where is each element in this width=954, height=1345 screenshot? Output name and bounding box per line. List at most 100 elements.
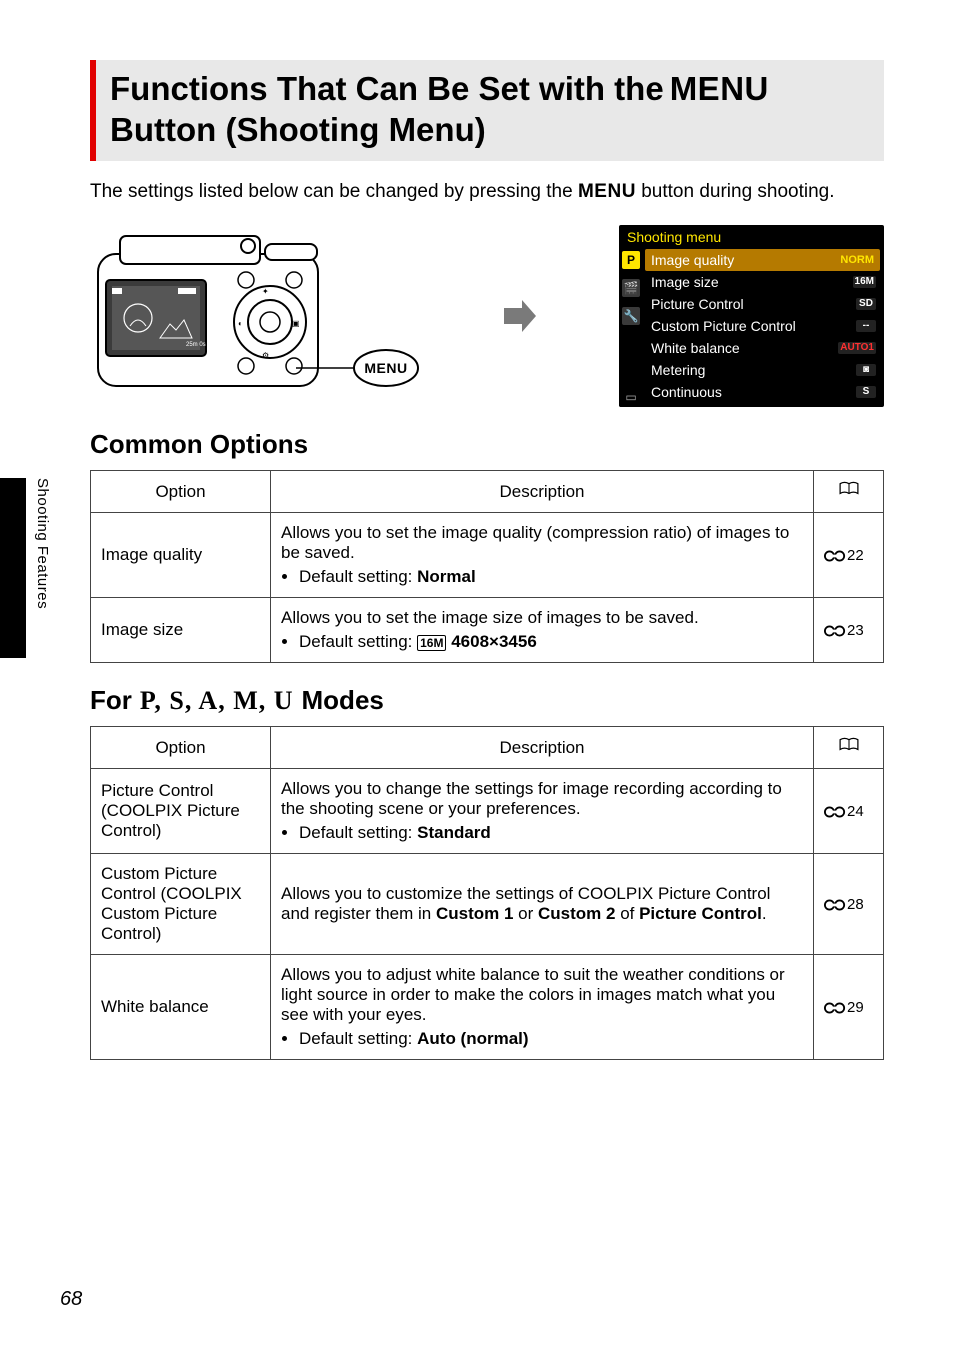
title-bottom: Button (Shooting Menu) — [110, 109, 486, 150]
menu-row-label: Image quality — [651, 253, 734, 267]
desc-cell: Allows you to set the image size of imag… — [271, 598, 814, 663]
ref-num: 28 — [847, 896, 864, 913]
th-option: Option — [91, 471, 271, 513]
menu-row-value: S — [856, 386, 876, 398]
menu-row-continuous: Continuous S — [645, 381, 880, 403]
bullet-prefix: Default setting: — [299, 567, 417, 586]
menu-row-image-size: Image size 16M — [645, 271, 880, 293]
menu-word-title: MENU — [670, 68, 769, 109]
menu-row-value: NORM — [838, 254, 876, 267]
svg-text:◐: ◐ — [238, 319, 243, 328]
desc-text: of — [615, 904, 639, 923]
th-option: Option — [91, 727, 271, 769]
menu-row-value: SD — [856, 298, 876, 310]
intro-paragraph: The settings listed below can be changed… — [90, 179, 884, 206]
bullet-prefix: Default setting: — [299, 823, 417, 842]
ref-cell: 29 — [814, 955, 884, 1060]
camera-illustration: 25m 0s ✦ ⚙ ◐ ▣ MENU — [90, 226, 420, 406]
svg-text:▣: ▣ — [292, 319, 300, 328]
desc-text: Allows you to change the settings for im… — [281, 779, 782, 818]
book-icon — [838, 737, 860, 753]
chain-icon — [824, 1001, 846, 1015]
modes-suffix: Modes — [302, 685, 384, 716]
menu-row-label: White balance — [651, 341, 740, 355]
svg-text:⚙: ⚙ — [262, 351, 269, 360]
menu-row-value: 16M — [853, 276, 876, 288]
chain-icon — [824, 549, 846, 563]
menu-row-metering: Metering ◙ — [645, 359, 880, 381]
arrow-icon — [500, 296, 540, 336]
battery-icon: ▭ — [625, 391, 636, 407]
desc-cell: Allows you to change the settings for im… — [271, 769, 814, 854]
ref-num: 23 — [847, 622, 864, 639]
opt-white-balance: White balance — [91, 955, 271, 1060]
bullet-item: Default setting: Standard — [299, 823, 803, 843]
bullet-item: Default setting: Normal — [299, 567, 803, 587]
menu-row-value: -- — [856, 320, 876, 332]
opt-image-size: Image size — [91, 598, 271, 663]
menu-row-picture-control: Picture Control SD — [645, 293, 880, 315]
table-row: Image size Allows you to set the image s… — [91, 598, 884, 663]
menu-row-value: ◙ — [856, 364, 876, 376]
page-title-block: Functions That Can Be Set with the MENU … — [90, 60, 884, 161]
bullet-bold: Standard — [417, 823, 491, 842]
th-description: Description — [271, 727, 814, 769]
table-row: White balance Allows you to adjust white… — [91, 955, 884, 1060]
opt-custom-picture-control: Custom Picture Control (COOLPIX Custom P… — [91, 854, 271, 955]
th-ref — [814, 727, 884, 769]
menu-row-label: Continuous — [651, 385, 722, 399]
modes-prefix: For — [90, 685, 132, 716]
menu-row-label: Picture Control — [651, 297, 744, 311]
table-row: Image quality Allows you to set the imag… — [91, 513, 884, 598]
table-row: Custom Picture Control (COOLPIX Custom P… — [91, 854, 884, 955]
bullet-bold: Auto (normal) — [417, 1029, 528, 1048]
menu-row-image-quality: Image quality NORM — [645, 249, 880, 271]
menu-row-white-balance: White balance AUTO1 — [645, 337, 880, 359]
intro-menu-word: MENU — [578, 181, 636, 202]
figures-row: 25m 0s ✦ ⚙ ◐ ▣ MENU — [90, 225, 884, 407]
shooting-menu-title: Shooting menu — [627, 230, 721, 244]
ref-cell: 22 — [814, 513, 884, 598]
desc-text: Allows you to set the image size of imag… — [281, 608, 699, 627]
bullet-item: Default setting: 16M 4608×3456 — [299, 632, 803, 652]
section-head-modes: For P, S, A, M, U Modes — [90, 685, 884, 716]
desc-text: Allows you to adjust white balance to su… — [281, 965, 785, 1024]
bullet-prefix: Default setting: — [299, 1029, 417, 1048]
opt-image-quality: Image quality — [91, 513, 271, 598]
menu-row-value: AUTO1 — [838, 342, 876, 354]
desc-text: or — [513, 904, 538, 923]
menu-row-label: Custom Picture Control — [651, 319, 796, 333]
desc-bold: Custom 1 — [436, 904, 513, 923]
table-common-options: Option Description Image quality Allows … — [90, 470, 884, 663]
bullet-bold: 4608×3456 — [451, 632, 537, 651]
modes-letters: P, S, A, M, U — [140, 686, 294, 716]
section-head-common: Common Options — [90, 429, 884, 460]
desc-cell: Allows you to set the image quality (com… — [271, 513, 814, 598]
ref-cell: 28 — [814, 854, 884, 955]
desc-text: . — [762, 904, 767, 923]
intro-suffix: button during shooting. — [636, 181, 835, 202]
opt-picture-control: Picture Control (COOLPIX Picture Control… — [91, 769, 271, 854]
desc-cell: Allows you to adjust white balance to su… — [271, 955, 814, 1060]
menu-callout-label: MENU — [364, 360, 407, 376]
menu-tab-p: P — [622, 251, 640, 269]
ref-num: 24 — [847, 803, 864, 820]
ref-num: 29 — [847, 999, 864, 1016]
chain-icon — [824, 898, 846, 912]
svg-text:✦: ✦ — [262, 287, 269, 296]
section-common-title: Common Options — [90, 429, 308, 460]
page-number: 68 — [60, 1288, 82, 1311]
shooting-menu-screenshot: Shooting menu P 🎬 🔧 ▭ Image quality NORM — [619, 225, 884, 407]
ref-num: 22 — [847, 547, 864, 564]
menu-tab-movie: 🎬 — [622, 279, 640, 297]
ref-cell: 23 — [814, 598, 884, 663]
table-mode-options: Option Description Picture Control (COOL… — [90, 726, 884, 1060]
ref-cell: 24 — [814, 769, 884, 854]
menu-row-label: Image size — [651, 275, 719, 289]
chain-icon — [824, 624, 846, 638]
th-description: Description — [271, 471, 814, 513]
title-prefix: Functions That Can Be Set with the — [110, 68, 664, 109]
size-icon: 16M — [417, 635, 446, 651]
bullet-bold: Normal — [417, 567, 476, 586]
desc-cell: Allows you to customize the settings of … — [271, 854, 814, 955]
